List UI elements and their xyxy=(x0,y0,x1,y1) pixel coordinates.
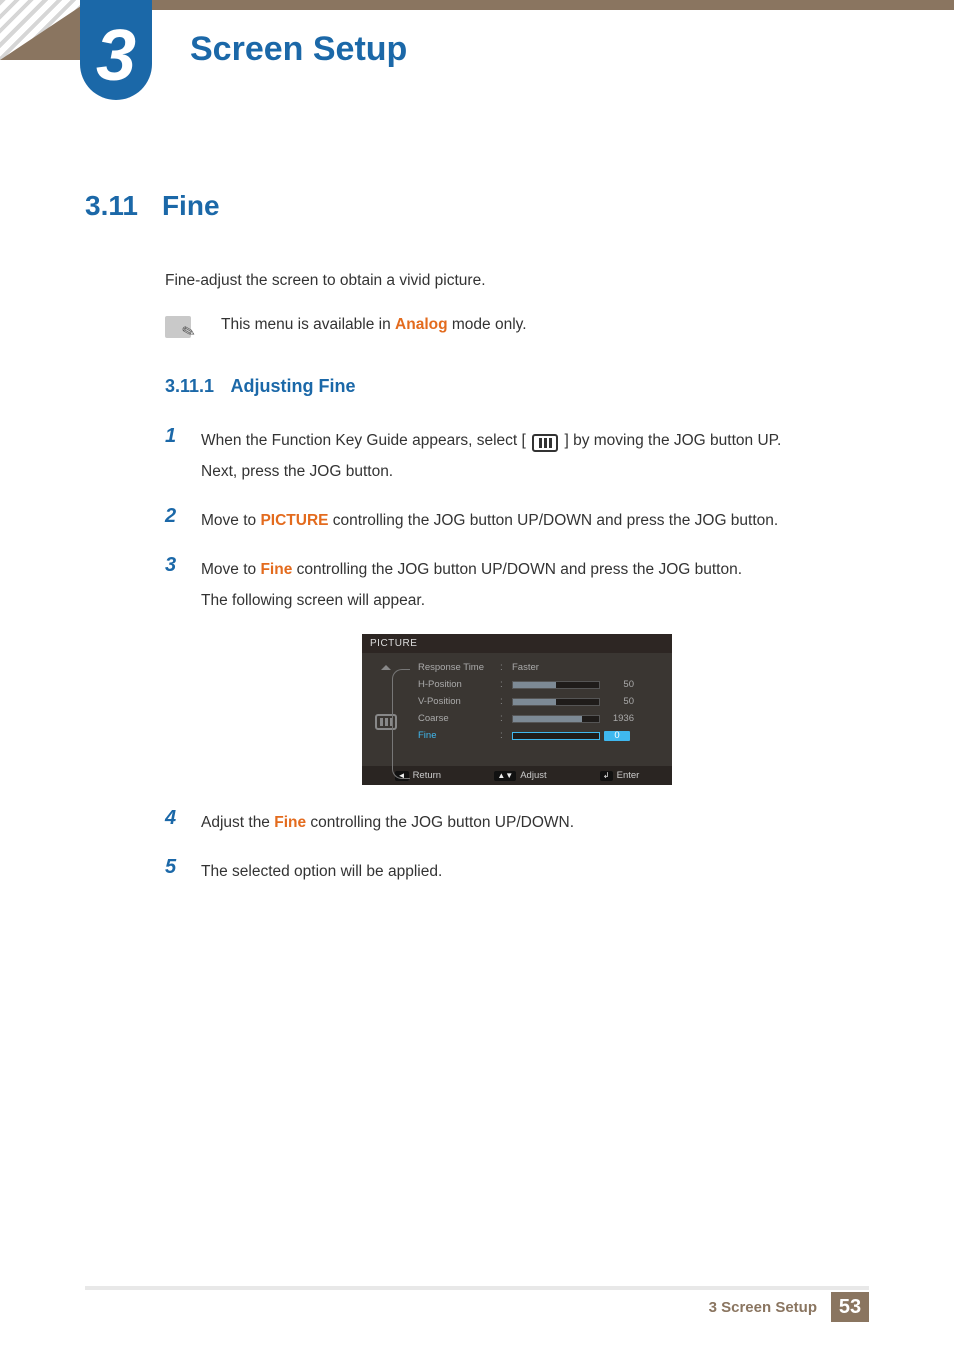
osd-left-column xyxy=(368,659,404,744)
step-number: 3 xyxy=(165,554,183,577)
osd-label: Response Time xyxy=(418,662,496,673)
note-text: This menu is available in Analog mode on… xyxy=(221,316,527,334)
osd-slider xyxy=(512,681,600,689)
subsection-heading: 3.11.1 Adjusting Fine xyxy=(165,376,869,397)
osd-row-fine: Fine : 0 xyxy=(418,727,664,744)
step-number: 2 xyxy=(165,505,183,528)
osd-value: 50 xyxy=(604,679,634,690)
open-bracket: [ xyxy=(522,432,531,449)
step-2-a: Move to xyxy=(201,512,260,529)
step-2-b: PICTURE xyxy=(260,512,328,529)
step-1-line2: Next, press the JOG button. xyxy=(201,463,393,480)
osd-value: Faster xyxy=(512,662,539,673)
osd-panel: PICTURE Response Time : Faster H-Positio… xyxy=(362,634,672,785)
osd-value: 0 xyxy=(604,731,630,741)
note-highlight: Analog xyxy=(395,316,448,333)
step-1-line1a: When the Function Key Guide appears, sel… xyxy=(201,432,522,449)
step-body: Move to PICTURE controlling the JOG butt… xyxy=(201,505,778,536)
adjust-key-icon: ▲▼ xyxy=(494,771,516,781)
footer-label: 3 Screen Setup xyxy=(709,1299,817,1316)
note-suffix: mode only. xyxy=(448,316,527,333)
osd-row-response-time: Response Time : Faster xyxy=(418,659,664,676)
menu-icon xyxy=(532,434,558,452)
osd-label: Coarse xyxy=(418,713,496,724)
enter-label: Enter xyxy=(617,770,640,781)
step-1: 1 When the Function Key Guide appears, s… xyxy=(165,425,869,487)
step-3-b: Fine xyxy=(260,561,292,578)
chapter-number: 3 xyxy=(96,20,136,92)
osd-slider-fill xyxy=(513,699,556,705)
osd-title: PICTURE xyxy=(362,634,672,653)
step-2-c: controlling the JOG button UP/DOWN and p… xyxy=(329,512,779,529)
step-body: The selected option will be applied. xyxy=(201,856,442,887)
osd-bracket-decoration xyxy=(392,669,410,779)
step-body: When the Function Key Guide appears, sel… xyxy=(201,425,781,487)
osd-row-h-position: H-Position : 50 xyxy=(418,676,664,693)
arrow-up-icon xyxy=(381,665,391,670)
step-body: Move to Fine controlling the JOG button … xyxy=(201,554,742,616)
step-2: 2 Move to PICTURE controlling the JOG bu… xyxy=(165,505,869,536)
step-4: 4 Adjust the Fine controlling the JOG bu… xyxy=(165,807,869,838)
step-4-c: controlling the JOG button UP/DOWN. xyxy=(306,814,574,831)
step-list: 1 When the Function Key Guide appears, s… xyxy=(165,425,869,887)
step-1-line1b: by moving the JOG button UP. xyxy=(569,432,782,449)
chapter-number-badge: 3 xyxy=(80,0,152,100)
step-number: 4 xyxy=(165,807,183,830)
step-3: 3 Move to Fine controlling the JOG butto… xyxy=(165,554,869,616)
adjust-label: Adjust xyxy=(520,770,546,781)
osd-enter: ↲ Enter xyxy=(600,770,639,781)
osd-value: 50 xyxy=(604,696,634,707)
note-icon xyxy=(165,316,191,338)
main-content: 3.11 Fine Fine-adjust the screen to obta… xyxy=(85,180,869,905)
chapter-title: Screen Setup xyxy=(190,30,407,69)
osd-slider xyxy=(512,732,600,740)
osd-row-v-position: V-Position : 50 xyxy=(418,693,664,710)
subsection-title: Adjusting Fine xyxy=(231,376,356,396)
step-3-a: Move to xyxy=(201,561,260,578)
step-number: 5 xyxy=(165,856,183,879)
note-row: This menu is available in Analog mode on… xyxy=(165,316,869,338)
section-heading: 3.11 Fine xyxy=(85,190,869,222)
osd-label: Fine xyxy=(418,730,496,741)
page-footer: 3 Screen Setup 53 xyxy=(85,1286,869,1316)
osd-rows: Response Time : Faster H-Position : 50 V… xyxy=(404,659,664,744)
step-number: 1 xyxy=(165,425,183,448)
osd-value: 1936 xyxy=(604,713,634,724)
step-3-c: controlling the JOG button UP/DOWN and p… xyxy=(292,561,742,578)
step-4-a: Adjust the xyxy=(201,814,274,831)
step-5: 5 The selected option will be applied. xyxy=(165,856,869,887)
close-bracket: ] xyxy=(560,432,569,449)
section-title: Fine xyxy=(162,190,220,222)
step-4-b: Fine xyxy=(274,814,306,831)
footer-page-number: 53 xyxy=(831,1292,869,1322)
osd-body: Response Time : Faster H-Position : 50 V… xyxy=(362,653,672,766)
note-prefix: This menu is available in xyxy=(221,316,395,333)
section-intro: Fine-adjust the screen to obtain a vivid… xyxy=(165,272,869,290)
osd-row-coarse: Coarse : 1936 xyxy=(418,710,664,727)
osd-slider xyxy=(512,715,600,723)
enter-key-icon: ↲ xyxy=(600,771,613,781)
osd-slider-fill xyxy=(513,716,582,722)
osd-slider xyxy=(512,698,600,706)
section-number: 3.11 xyxy=(85,190,138,222)
osd-label: H-Position xyxy=(418,679,496,690)
osd-adjust: ▲▼ Adjust xyxy=(494,770,546,781)
return-label: Return xyxy=(413,770,442,781)
step-3-d: The following screen will appear. xyxy=(201,592,425,609)
osd-slider-fill xyxy=(513,682,556,688)
step-body: Adjust the Fine controlling the JOG butt… xyxy=(201,807,574,838)
subsection-number: 3.11.1 xyxy=(165,376,214,396)
osd-label: V-Position xyxy=(418,696,496,707)
